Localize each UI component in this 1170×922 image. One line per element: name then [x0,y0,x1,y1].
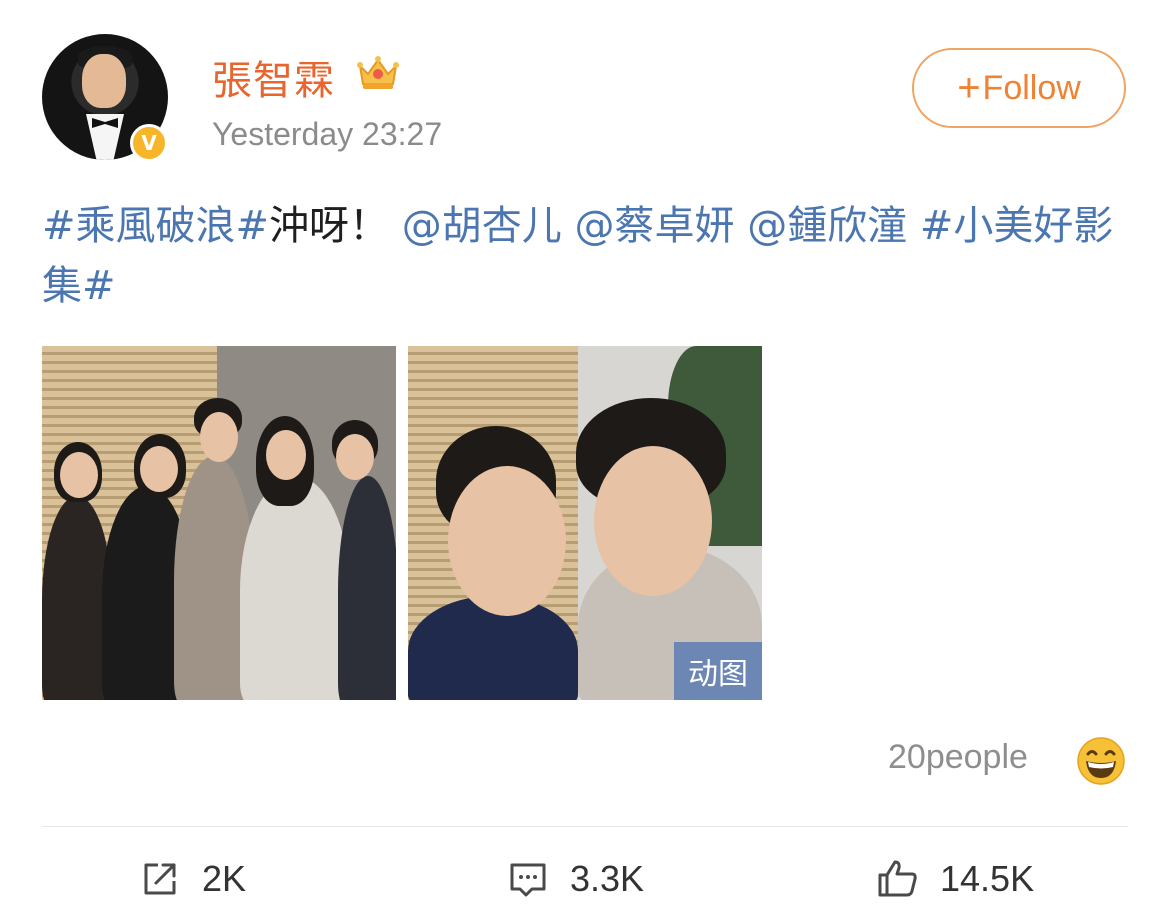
post-timestamp: Yesterday 23:27 [212,116,443,152]
follow-button[interactable]: + Follow [912,48,1126,128]
thumbs-up-icon [878,860,917,897]
like-count: 14.5K [940,858,1035,899]
follow-label: Follow [982,68,1081,107]
repost-count: 2K [202,858,247,899]
repost-button[interactable]: 2K [138,852,246,906]
verified-badge-icon: V [130,124,168,162]
grinning-emoji-icon [1077,737,1125,785]
mention-link[interactable]: @鍾欣潼 [747,203,907,249]
likers-count[interactable]: 20people [888,738,1028,777]
hashtag-link[interactable]: #乘風破浪# [42,203,269,249]
post-plain-text: 沖呀！ [269,203,390,249]
weibo-post: V 張智霖 Yesterday 23:27 + Follow #乘風破浪#沖呀！… [0,0,1170,922]
share-icon [144,863,176,895]
comment-button[interactable]: 3.3K [506,852,644,906]
username[interactable]: 張智霖 [212,48,335,106]
mention-link[interactable]: @蔡卓妍 [574,203,734,249]
divider [42,826,1128,827]
post-text: #乘風破浪#沖呀！ @胡杏儿 @蔡卓妍 @鍾欣潼 #小美好影集# [42,196,1122,316]
plus-icon: + [957,66,981,110]
mention-link[interactable]: @胡杏儿 [402,203,562,249]
gif-badge: 动图 [674,642,762,700]
comment-count: 3.3K [570,858,645,899]
crown-icon [357,56,399,89]
comment-icon [510,863,546,897]
post-image[interactable] [42,346,396,700]
like-button[interactable]: 14.5K [876,852,1034,906]
post-gif-image[interactable]: 动图 [408,346,762,700]
